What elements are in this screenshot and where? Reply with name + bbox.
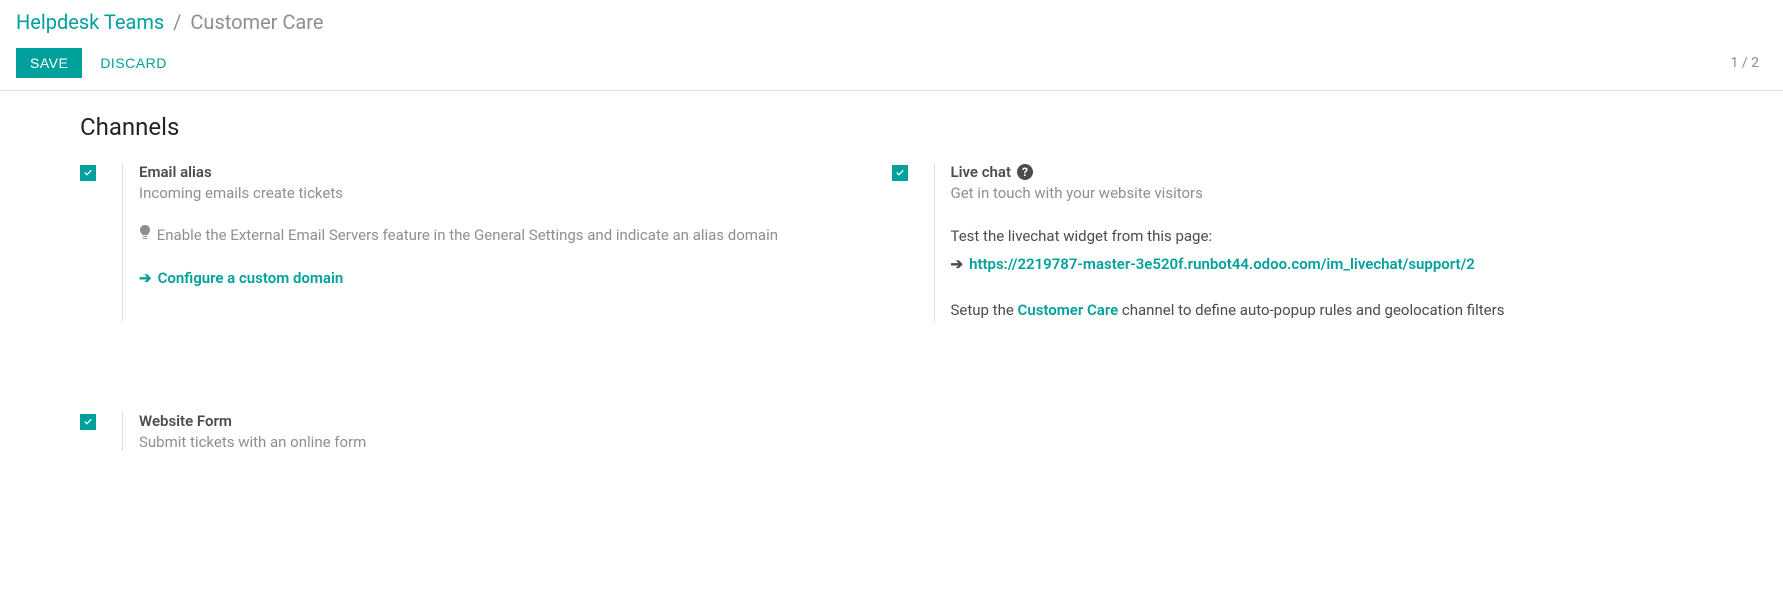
live-chat-checkbox[interactable] (892, 165, 908, 181)
configure-domain-link[interactable]: ➔ Configure a custom domain (139, 269, 343, 287)
settings-grid: Email alias Incoming emails create ticke… (80, 163, 1703, 451)
live-chat-description: Get in touch with your website visitors (951, 184, 1684, 202)
email-alias-description: Incoming emails create tickets (139, 184, 872, 202)
lightbulb-icon (139, 224, 151, 247)
setting-email-alias: Email alias Incoming emails create ticke… (80, 163, 892, 322)
discard-button[interactable]: DISCARD (100, 55, 167, 71)
breadcrumb-separator: / (173, 10, 181, 34)
live-chat-setup-text: Setup the Customer Care channel to defin… (951, 298, 1684, 322)
website-form-title: Website Form (139, 412, 872, 430)
website-form-description: Submit tickets with an online form (139, 433, 872, 451)
check-icon (82, 416, 94, 428)
arrow-right-icon: ➔ (951, 252, 964, 276)
check-icon (82, 167, 94, 179)
action-bar: SAVE DISCARD 1 / 2 (0, 38, 1783, 91)
live-chat-test-label: Test the livechat widget from this page:… (951, 224, 1684, 276)
breadcrumb: Helpdesk Teams / Customer Care (0, 0, 1783, 38)
email-alias-title: Email alias (139, 163, 872, 181)
content-area: Channels Email alias Incoming emails cre… (0, 91, 1783, 491)
pager[interactable]: 1 / 2 (1731, 55, 1767, 71)
save-button[interactable]: SAVE (16, 48, 82, 78)
website-form-checkbox[interactable] (80, 414, 96, 430)
customer-care-channel-link[interactable]: Customer Care (1018, 301, 1119, 319)
setting-live-chat: Live chat ? Get in touch with your websi… (892, 163, 1704, 322)
email-alias-hint: Enable the External Email Servers featur… (139, 224, 872, 247)
section-title-channels: Channels (80, 113, 1703, 141)
setting-website-form: Website Form Submit tickets with an onli… (80, 412, 892, 451)
arrow-right-icon: ➔ (139, 269, 152, 287)
email-alias-checkbox[interactable] (80, 165, 96, 181)
help-icon[interactable]: ? (1017, 164, 1033, 180)
check-icon (894, 167, 906, 179)
breadcrumb-current: Customer Care (190, 10, 323, 34)
breadcrumb-parent-link[interactable]: Helpdesk Teams (16, 10, 164, 34)
live-chat-url-link[interactable]: https://2219787-master-3e520f.runbot44.o… (969, 252, 1475, 276)
live-chat-title: Live chat ? (951, 163, 1684, 181)
